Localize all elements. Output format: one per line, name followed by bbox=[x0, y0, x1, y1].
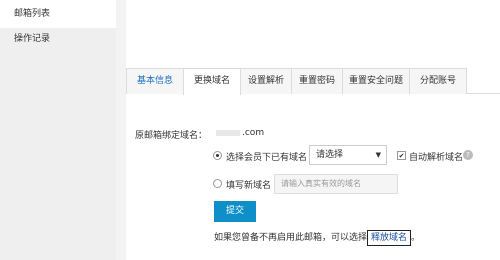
tab-basic-info[interactable]: 基本信息 bbox=[126, 68, 184, 94]
domain-select-value: 请选择 bbox=[316, 150, 344, 160]
tab-assign-account[interactable]: 分配账号 bbox=[409, 68, 467, 94]
main-panel: 基本信息 更换域名 设置解析 重置密码 重置安全问题 分配账号 原邮箱绑定域名：… bbox=[126, 0, 500, 260]
release-note-text: 如果您曾备不再启用此邮箱，可以选择 bbox=[214, 233, 368, 243]
top-area bbox=[126, 0, 500, 68]
radio-existing-domain-label: 选择会员下已有域名 bbox=[226, 153, 308, 163]
tab-dns-settings[interactable]: 设置解析 bbox=[240, 68, 292, 94]
redacted-text bbox=[216, 129, 240, 136]
tab-reset-password[interactable]: 重置密码 bbox=[291, 68, 343, 94]
separator-strip bbox=[116, 0, 126, 260]
sidebar-item-operation-log[interactable]: 操作记录 bbox=[0, 25, 116, 53]
tab-change-domain[interactable]: 更换域名 bbox=[183, 68, 241, 95]
domain-select[interactable]: 请选择 ▼ bbox=[309, 145, 387, 165]
auto-resolve-label: 自动解析域名 bbox=[409, 153, 464, 163]
sidebar-item-mailbox-list[interactable]: 邮箱列表 bbox=[0, 0, 116, 28]
radio-new-domain[interactable] bbox=[213, 179, 222, 188]
domain-suffix: .com bbox=[242, 128, 265, 138]
help-icon[interactable]: ? bbox=[463, 150, 473, 160]
release-domain-link[interactable]: 释放域名 bbox=[367, 230, 412, 246]
caret-down-icon: ▼ bbox=[375, 151, 381, 159]
original-domain-value: .com bbox=[216, 128, 264, 138]
tab-bar: 基本信息 更换域名 设置解析 重置密码 重置安全问题 分配账号 bbox=[126, 68, 500, 95]
tab-reset-security-question[interactable]: 重置安全问题 bbox=[342, 68, 410, 94]
radio-new-domain-label: 填写新域名 bbox=[226, 181, 272, 191]
radio-existing-domain[interactable] bbox=[213, 151, 222, 160]
release-note: 如果您曾备不再启用此邮箱，可以选择 释放域名。 bbox=[214, 230, 420, 246]
sidebar: 邮箱列表 操作记录 bbox=[0, 0, 116, 260]
new-domain-input[interactable]: 请输入真实有效的域名 bbox=[274, 174, 398, 194]
auto-resolve-checkbox[interactable]: ✔ bbox=[397, 151, 406, 160]
submit-button[interactable]: 提交 bbox=[214, 201, 256, 222]
original-domain-label: 原邮箱绑定域名： bbox=[135, 131, 208, 141]
